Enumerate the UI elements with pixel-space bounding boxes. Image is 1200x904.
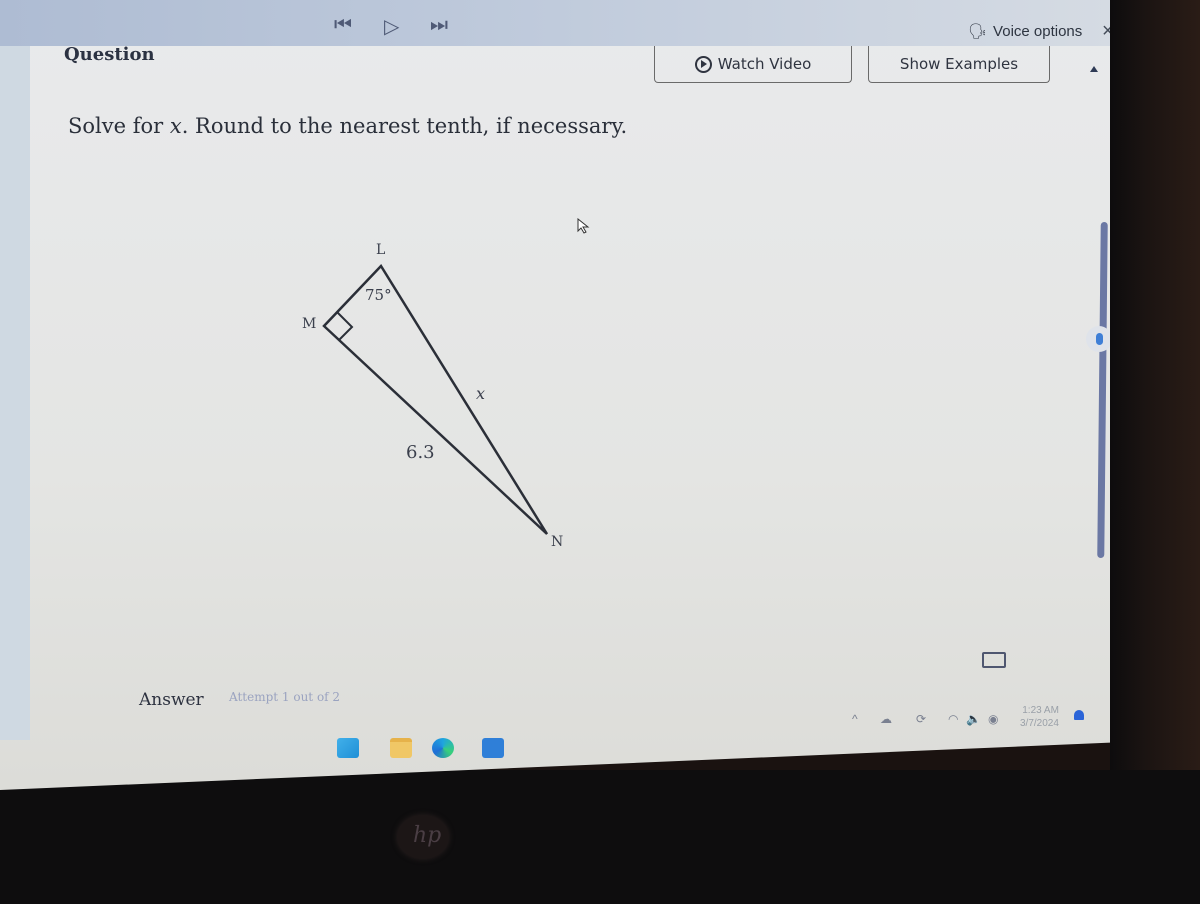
attempt-counter: Attempt 1 out of 2 [229,690,341,704]
vertex-label-l: L [376,242,386,258]
battery-icon[interactable]: ◉ [988,712,998,726]
skip-back-button[interactable]: ⏮ [334,14,352,37]
notification-bell-icon[interactable] [1074,710,1084,720]
vertex-label-n: N [551,534,564,550]
file-explorer-icon[interactable] [390,738,412,758]
left-panel-strip [0,40,30,740]
voice-icon: 🗣 [968,23,988,40]
show-examples-button[interactable]: Show Examples [868,46,1050,83]
sync-icon[interactable]: ⟳ [916,712,926,726]
microsoft-store-icon[interactable] [482,738,504,758]
side-label-mn: 6.3 [406,442,435,463]
prompt-variable: x [169,114,182,138]
windows-start-icon[interactable] [337,738,359,758]
side-label-x: x [476,384,486,403]
monitor-bezel-right [1110,0,1200,904]
onedrive-icon[interactable]: ☁ [880,712,892,726]
prompt-text: Solve for [68,114,170,138]
question-heading: Question [64,44,155,65]
edge-browser-icon[interactable] [432,738,454,758]
watch-video-button[interactable]: Watch Video [654,46,852,83]
volume-icon[interactable]: 🔈 [966,712,981,726]
skip-forward-button[interactable]: ⏭ [430,14,448,37]
wifi-icon[interactable]: ◠ [948,712,958,726]
triangle-diagram: L M N 75° 6.3 x [280,230,600,570]
clock-time: 1:23 AM [1022,705,1059,716]
play-button[interactable]: ▷ [384,14,399,39]
angle-label-l: 75° [365,286,392,304]
show-hidden-icons-chevron-icon[interactable]: ^ [852,712,858,726]
play-circle-icon [694,55,712,73]
hp-logo: hp [397,815,449,859]
question-prompt: Solve for x. Round to the nearest tenth,… [68,114,627,138]
right-angle-marker [336,311,354,341]
voice-options-label: Voice options [993,22,1083,40]
watch-video-label: Watch Video [717,55,812,73]
vertex-label-m: M [302,316,317,332]
monitor-bezel-bottom [0,770,1200,904]
mouse-cursor-icon [577,218,590,234]
scroll-up-arrow-icon[interactable] [1090,66,1098,72]
triangle-lmn [322,263,549,535]
taskbar-clock[interactable]: 1:23 AM 3/7/2024 [1020,704,1059,730]
voice-options-button[interactable]: 🗣 Voice options [968,22,1083,41]
show-examples-label: Show Examples [899,55,1019,73]
top-toolbar: ⏮ ▷ ⏭ 🗣 Voice options × [0,0,1110,46]
microphone-icon[interactable] [1086,326,1110,352]
clock-date: 3/7/2024 [1020,718,1059,729]
screen: ⏮ ▷ ⏭ 🗣 Voice options × Question Watch V… [0,0,1110,790]
scrollbar[interactable] [1097,222,1108,558]
answer-label: Answer [139,690,204,710]
keyboard-icon[interactable] [982,652,1006,668]
prompt-text-2: . Round to the nearest tenth, if necessa… [181,114,628,138]
